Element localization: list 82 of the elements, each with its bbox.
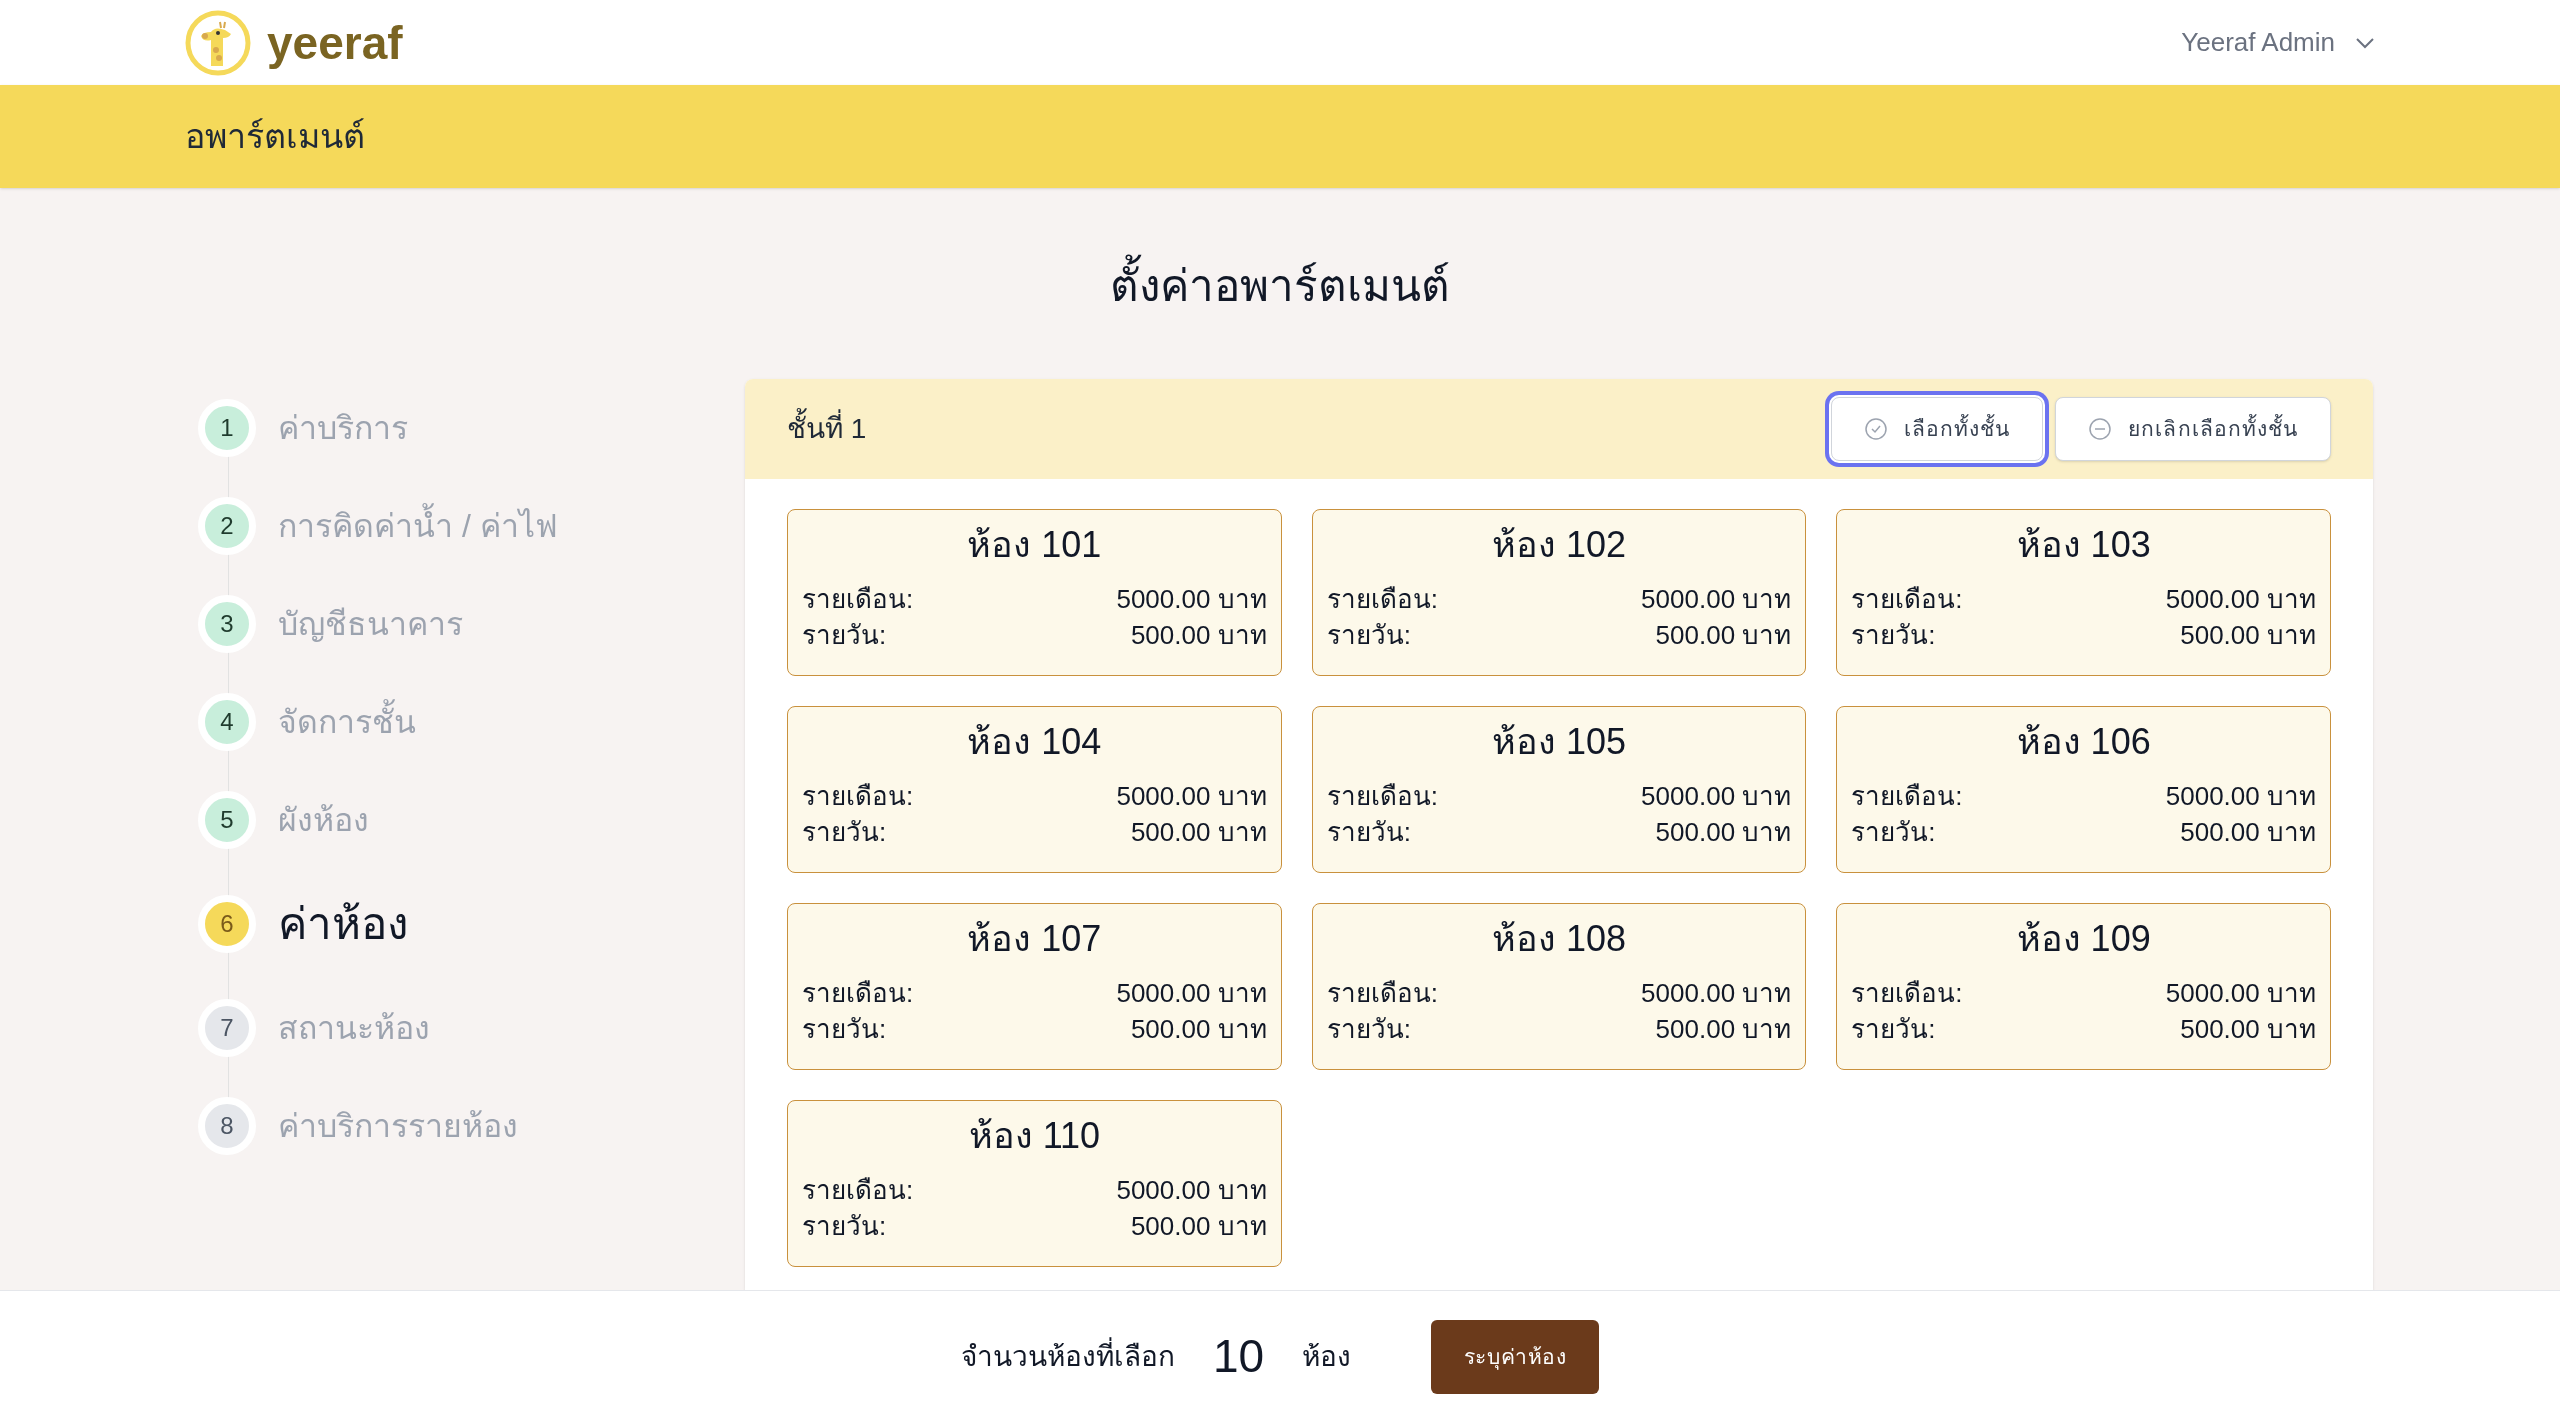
floor-title: ชั้นที่ 1 <box>787 408 867 450</box>
step-number: 8 <box>198 1097 256 1155</box>
price-label: รายเดือน: <box>1326 780 1438 813</box>
price-value: 5000.00 บาท <box>1116 977 1267 1010</box>
room-card[interactable]: ห้อง 108 รายเดือน: 5000.00 บาท รายวัน: 500.00 บาท <box>1311 903 1807 1070</box>
price-value: 500.00 บาท <box>1130 1013 1267 1046</box>
price-value: 500.00 บาท <box>1655 816 1792 849</box>
room-card[interactable]: ห้อง 107 รายเดือน: 5000.00 บาท รายวัน: 500.00 บาท <box>787 903 1282 1070</box>
room-name: ห้อง 104 <box>967 720 1102 764</box>
step-number: 2 <box>198 497 256 555</box>
price-value: 500.00 บาท <box>2180 619 2316 652</box>
step-number: 3 <box>198 595 256 653</box>
set-room-price-button[interactable]: ระบุค่าห้อง <box>1431 1319 1600 1394</box>
room-name: ห้อง 107 <box>967 917 1102 961</box>
price-label: รายเดือน: <box>802 1174 914 1207</box>
price-value: 5000.00 บาท <box>1641 583 1792 616</box>
room-name: ห้อง 106 <box>2016 720 2151 764</box>
check-circle-icon <box>1863 417 1888 441</box>
room-name: ห้อง 109 <box>2016 917 2151 961</box>
room-card[interactable]: ห้อง 103 รายเดือน: 5000.00 บาท รายวัน: 500.00 บาท <box>1836 509 2331 676</box>
price-label: รายวัน: <box>1851 1013 1936 1046</box>
price-value: 500.00 บาท <box>1655 619 1792 652</box>
selected-count-label: จำนวนห้องที่เลือก <box>960 1335 1175 1378</box>
room-name: ห้อง 105 <box>1491 720 1627 764</box>
minus-circle-icon <box>2088 417 2113 441</box>
room-card[interactable]: ห้อง 105 รายเดือน: 5000.00 บาท รายวัน: 500.00 บาท <box>1311 706 1807 873</box>
price-value: 5000.00 บาท <box>1641 780 1792 813</box>
price-label: รายวัน: <box>1326 1013 1411 1046</box>
section-title: อพาร์ตเมนต์ <box>185 116 365 157</box>
price-value: 5000.00 บาท <box>1116 1174 1267 1207</box>
step-number: 5 <box>198 791 256 849</box>
user-menu[interactable]: Yeeraf Admin <box>2181 23 2375 62</box>
price-label: รายวัน: <box>802 816 887 849</box>
price-label: รายวัน: <box>1851 816 1936 849</box>
step-number: 4 <box>198 693 256 751</box>
price-value: 5000.00 บาท <box>1641 977 1792 1010</box>
selected-count: 10 <box>1212 1329 1265 1384</box>
room-name: ห้อง 101 <box>967 523 1102 567</box>
price-label: รายเดือน: <box>802 780 914 813</box>
price-value: 5000.00 บาท <box>2165 977 2316 1010</box>
room-card[interactable]: ห้อง 102 รายเดือน: 5000.00 บาท รายวัน: 500.00 บาท <box>1311 509 1807 676</box>
price-value: 5000.00 บาท <box>2165 583 2316 616</box>
price-label: รายเดือน: <box>802 583 914 616</box>
room-card[interactable]: ห้อง 101 รายเดือน: 5000.00 บาท รายวัน: 500.00 บาท <box>787 509 1282 676</box>
price-value: 500.00 บาท <box>1130 816 1267 849</box>
room-card[interactable]: ห้อง 106 รายเดือน: 5000.00 บาท รายวัน: 500.00 บาท <box>1836 706 2331 873</box>
room-name: ห้อง 102 <box>1491 523 1627 567</box>
step-number: 6 <box>198 895 256 953</box>
price-label: รายวัน: <box>802 619 887 652</box>
step-number: 1 <box>198 399 256 457</box>
room-name: ห้อง 108 <box>1491 917 1627 961</box>
deselect-all-button[interactable]: ยกเลิกเลือกทั้งชั้น <box>2055 397 2331 461</box>
count-unit: ห้อง <box>1302 1339 1352 1374</box>
price-value: 500.00 บาท <box>2180 816 2316 849</box>
price-label: รายวัน: <box>802 1013 887 1046</box>
room-card[interactable]: ห้อง 110 รายเดือน: 5000.00 บาท รายวัน: 500.00 บาท <box>787 1100 1282 1267</box>
price-label: รายเดือน: <box>1851 583 1963 616</box>
price-label: รายเดือน: <box>1326 977 1438 1010</box>
price-value: 500.00 บาท <box>1130 619 1267 652</box>
room-card[interactable]: ห้อง 109 รายเดือน: 5000.00 บาท รายวัน: 500.00 บาท <box>1836 903 2331 1070</box>
giraffe-logo-icon <box>185 9 251 76</box>
price-value: 500.00 บาท <box>2180 1013 2316 1046</box>
price-value: 5000.00 บาท <box>1116 780 1267 813</box>
price-label: รายเดือน: <box>802 977 914 1010</box>
chevron-down-icon <box>2355 36 2375 49</box>
room-name: ห้อง 103 <box>2016 523 2151 567</box>
room-card[interactable]: ห้อง 104 รายเดือน: 5000.00 บาท รายวัน: 500.00 บาท <box>787 706 1282 873</box>
price-value: 5000.00 บาท <box>2165 780 2316 813</box>
step-number: 7 <box>198 999 256 1057</box>
price-value: 500.00 บาท <box>1130 1210 1267 1243</box>
price-label: รายเดือน: <box>1851 977 1963 1010</box>
price-label: รายเดือน: <box>1326 583 1438 616</box>
price-label: รายวัน: <box>802 1210 887 1243</box>
price-value: 5000.00 บาท <box>1116 583 1267 616</box>
page-title: ตั้งค่าอพาร์ตเมนต์ <box>0 253 2560 319</box>
price-value: 500.00 บาท <box>1655 1013 1792 1046</box>
price-label: รายวัน: <box>1326 816 1411 849</box>
price-label: รายวัน: <box>1851 619 1936 652</box>
price-label: รายวัน: <box>1326 619 1411 652</box>
step-label[interactable]: ค่าห้อง <box>278 891 408 957</box>
room-name: ห้อง 110 <box>968 1114 1101 1158</box>
price-label: รายเดือน: <box>1851 780 1963 813</box>
